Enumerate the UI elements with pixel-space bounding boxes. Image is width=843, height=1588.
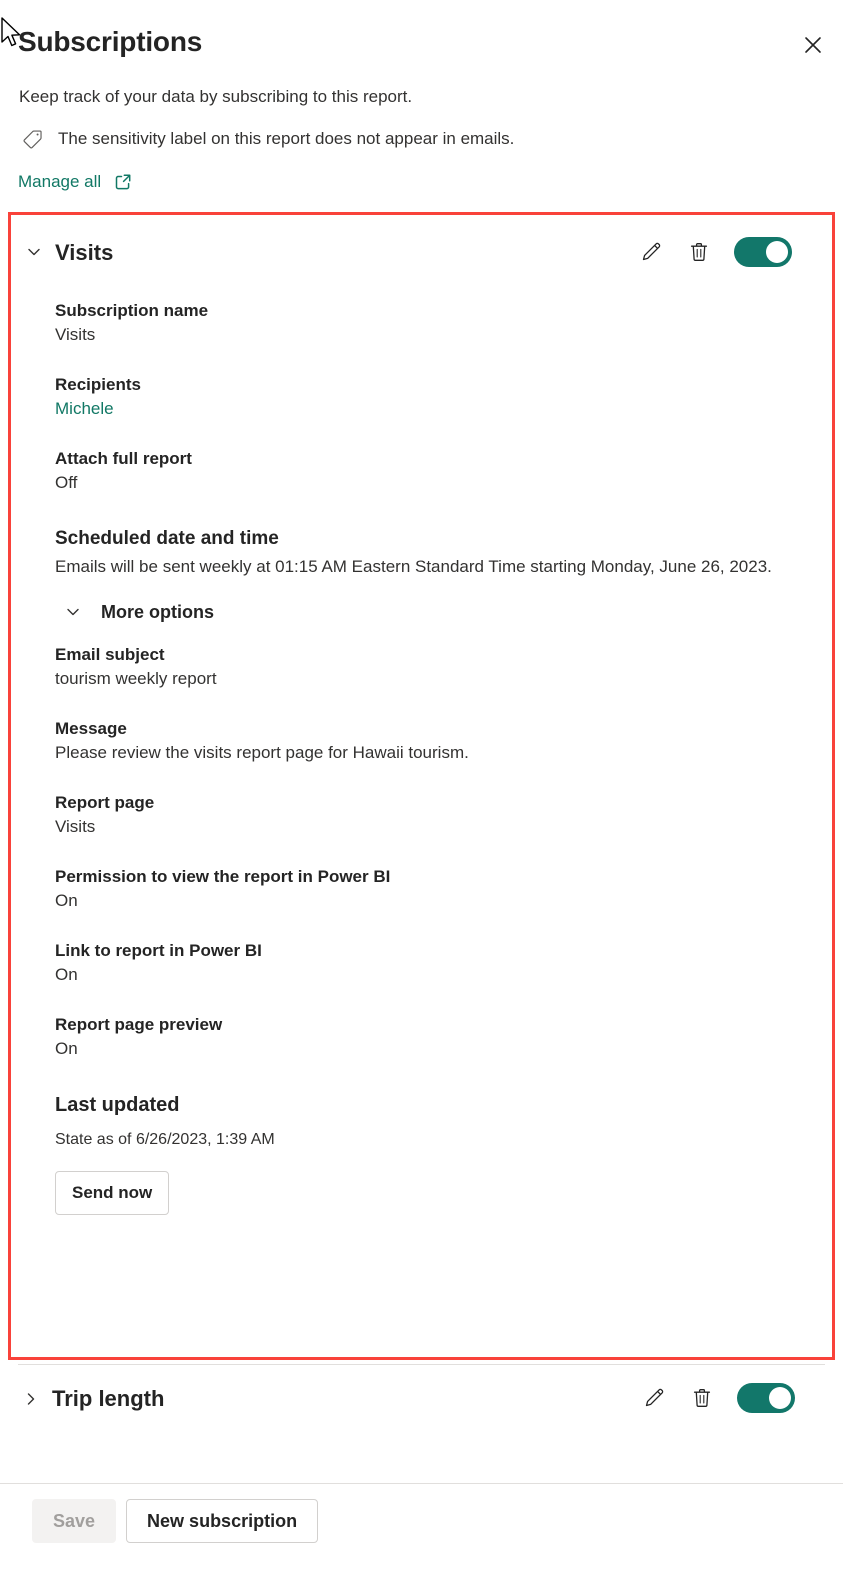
field-report-page: Report page Visits	[55, 791, 812, 839]
sensitivity-notice: The sensitivity label on this report doe…	[19, 126, 514, 152]
close-glyph	[805, 37, 821, 53]
delete-trash-icon[interactable]	[689, 1385, 715, 1411]
field-label: Subscription name	[55, 301, 209, 320]
field-permission-view-report: Permission to view the report in Power B…	[55, 865, 812, 913]
field-label: Recipients	[55, 375, 141, 394]
field-last-updated: Last updated State as of 6/26/2023, 1:39…	[55, 1091, 812, 1151]
field-attach-full-report: Attach full report Off	[55, 447, 812, 495]
field-label: Link to report in Power BI	[55, 941, 262, 960]
toggle-knob	[769, 1387, 791, 1409]
chevron-down-glyph	[28, 248, 40, 256]
pencil-glyph	[642, 242, 661, 261]
trash-glyph	[693, 1389, 711, 1407]
tag-glyph	[22, 129, 42, 148]
send-now-button[interactable]: Send now	[55, 1171, 170, 1215]
new-subscription-button[interactable]: New subscription	[126, 1499, 319, 1543]
field-message: Message Please review the visits report …	[55, 717, 812, 765]
subscription-toggle[interactable]	[737, 1383, 795, 1413]
edit-pencil-icon[interactable]	[641, 1385, 667, 1411]
sensitivity-text: The sensitivity label on this report doe…	[58, 129, 515, 148]
more-options-label: More options	[101, 602, 214, 622]
field-value: On	[55, 891, 78, 910]
field-label: Report page preview	[55, 1015, 223, 1034]
last-updated-label: Last updated	[55, 1094, 180, 1116]
footer-action-bar: Save New subscription	[0, 1484, 843, 1588]
close-icon[interactable]	[796, 28, 830, 62]
subscription-divider	[18, 1364, 825, 1365]
tag-icon	[19, 126, 45, 152]
field-email-subject: Email subject tourism weekly report	[55, 643, 812, 691]
field-recipients: Recipients Michele	[55, 373, 812, 421]
subscription-header-visits[interactable]: Visits	[11, 215, 832, 291]
footer-buttons: Save New subscription	[32, 1499, 319, 1543]
field-value: Please review the visits report page for…	[55, 743, 469, 762]
subscription-card-visits: Visits Subscription name Visits Recipien…	[8, 212, 835, 1360]
field-link-to-report: Link to report in Power BI On	[55, 939, 812, 987]
field-value: Visits	[55, 817, 96, 836]
chevron-down-glyph	[67, 608, 79, 616]
panel-header: Subscriptions Keep track of your data by…	[0, 0, 843, 212]
field-value: On	[55, 965, 78, 984]
field-value: On	[55, 1039, 78, 1058]
field-label: Message	[55, 719, 127, 738]
chevron-right-icon[interactable]	[20, 1388, 42, 1410]
panel-subtitle: Keep track of your data by subscribing t…	[19, 87, 413, 106]
subscription-title: Trip length	[52, 1386, 165, 1411]
chevron-down-icon[interactable]	[23, 241, 45, 263]
chevron-down-icon	[63, 602, 83, 622]
chevron-right-glyph	[27, 1393, 35, 1405]
recipient-link[interactable]: Michele	[55, 397, 812, 421]
page-title: Subscriptions	[18, 26, 203, 57]
field-label: Report page	[55, 793, 155, 812]
field-report-page-preview: Report page preview On	[55, 1013, 812, 1061]
field-subscription-name: Subscription name Visits	[55, 299, 812, 347]
more-options-toggle[interactable]: More options	[63, 599, 812, 625]
subscription-toggle[interactable]	[734, 237, 792, 267]
subscription-card-trip-length[interactable]: Trip length	[8, 1366, 835, 1432]
field-value: tourism weekly report	[55, 669, 217, 688]
delete-trash-icon[interactable]	[686, 239, 712, 265]
schedule-description: Emails will be sent weekly at 01:15 AM E…	[55, 557, 772, 576]
manage-all-link[interactable]: Manage all	[18, 170, 133, 194]
field-label: Email subject	[55, 645, 165, 664]
subscription-actions	[641, 1383, 795, 1413]
external-link-glyph	[115, 174, 131, 190]
subscription-title: Visits	[55, 240, 114, 265]
trash-glyph	[690, 243, 708, 261]
field-label: Permission to view the report in Power B…	[55, 867, 391, 886]
save-button[interactable]: Save	[32, 1499, 117, 1543]
subscription-actions	[638, 237, 792, 267]
field-label: Attach full report	[55, 449, 192, 468]
subscription-fields: Subscription name Visits Recipients Mich…	[55, 299, 812, 1215]
schedule-label: Scheduled date and time	[55, 528, 279, 549]
manage-all-label: Manage all	[18, 172, 102, 191]
toggle-knob	[766, 241, 788, 263]
external-link-icon	[113, 172, 133, 192]
field-value: Visits	[55, 325, 96, 344]
field-value: Off	[55, 473, 78, 492]
pencil-glyph	[645, 1388, 664, 1407]
last-updated-value: State as of 6/26/2023, 1:39 AM	[55, 1131, 275, 1148]
field-scheduled-date-time: Scheduled date and time Emails will be s…	[55, 525, 812, 581]
edit-pencil-icon[interactable]	[638, 239, 664, 265]
